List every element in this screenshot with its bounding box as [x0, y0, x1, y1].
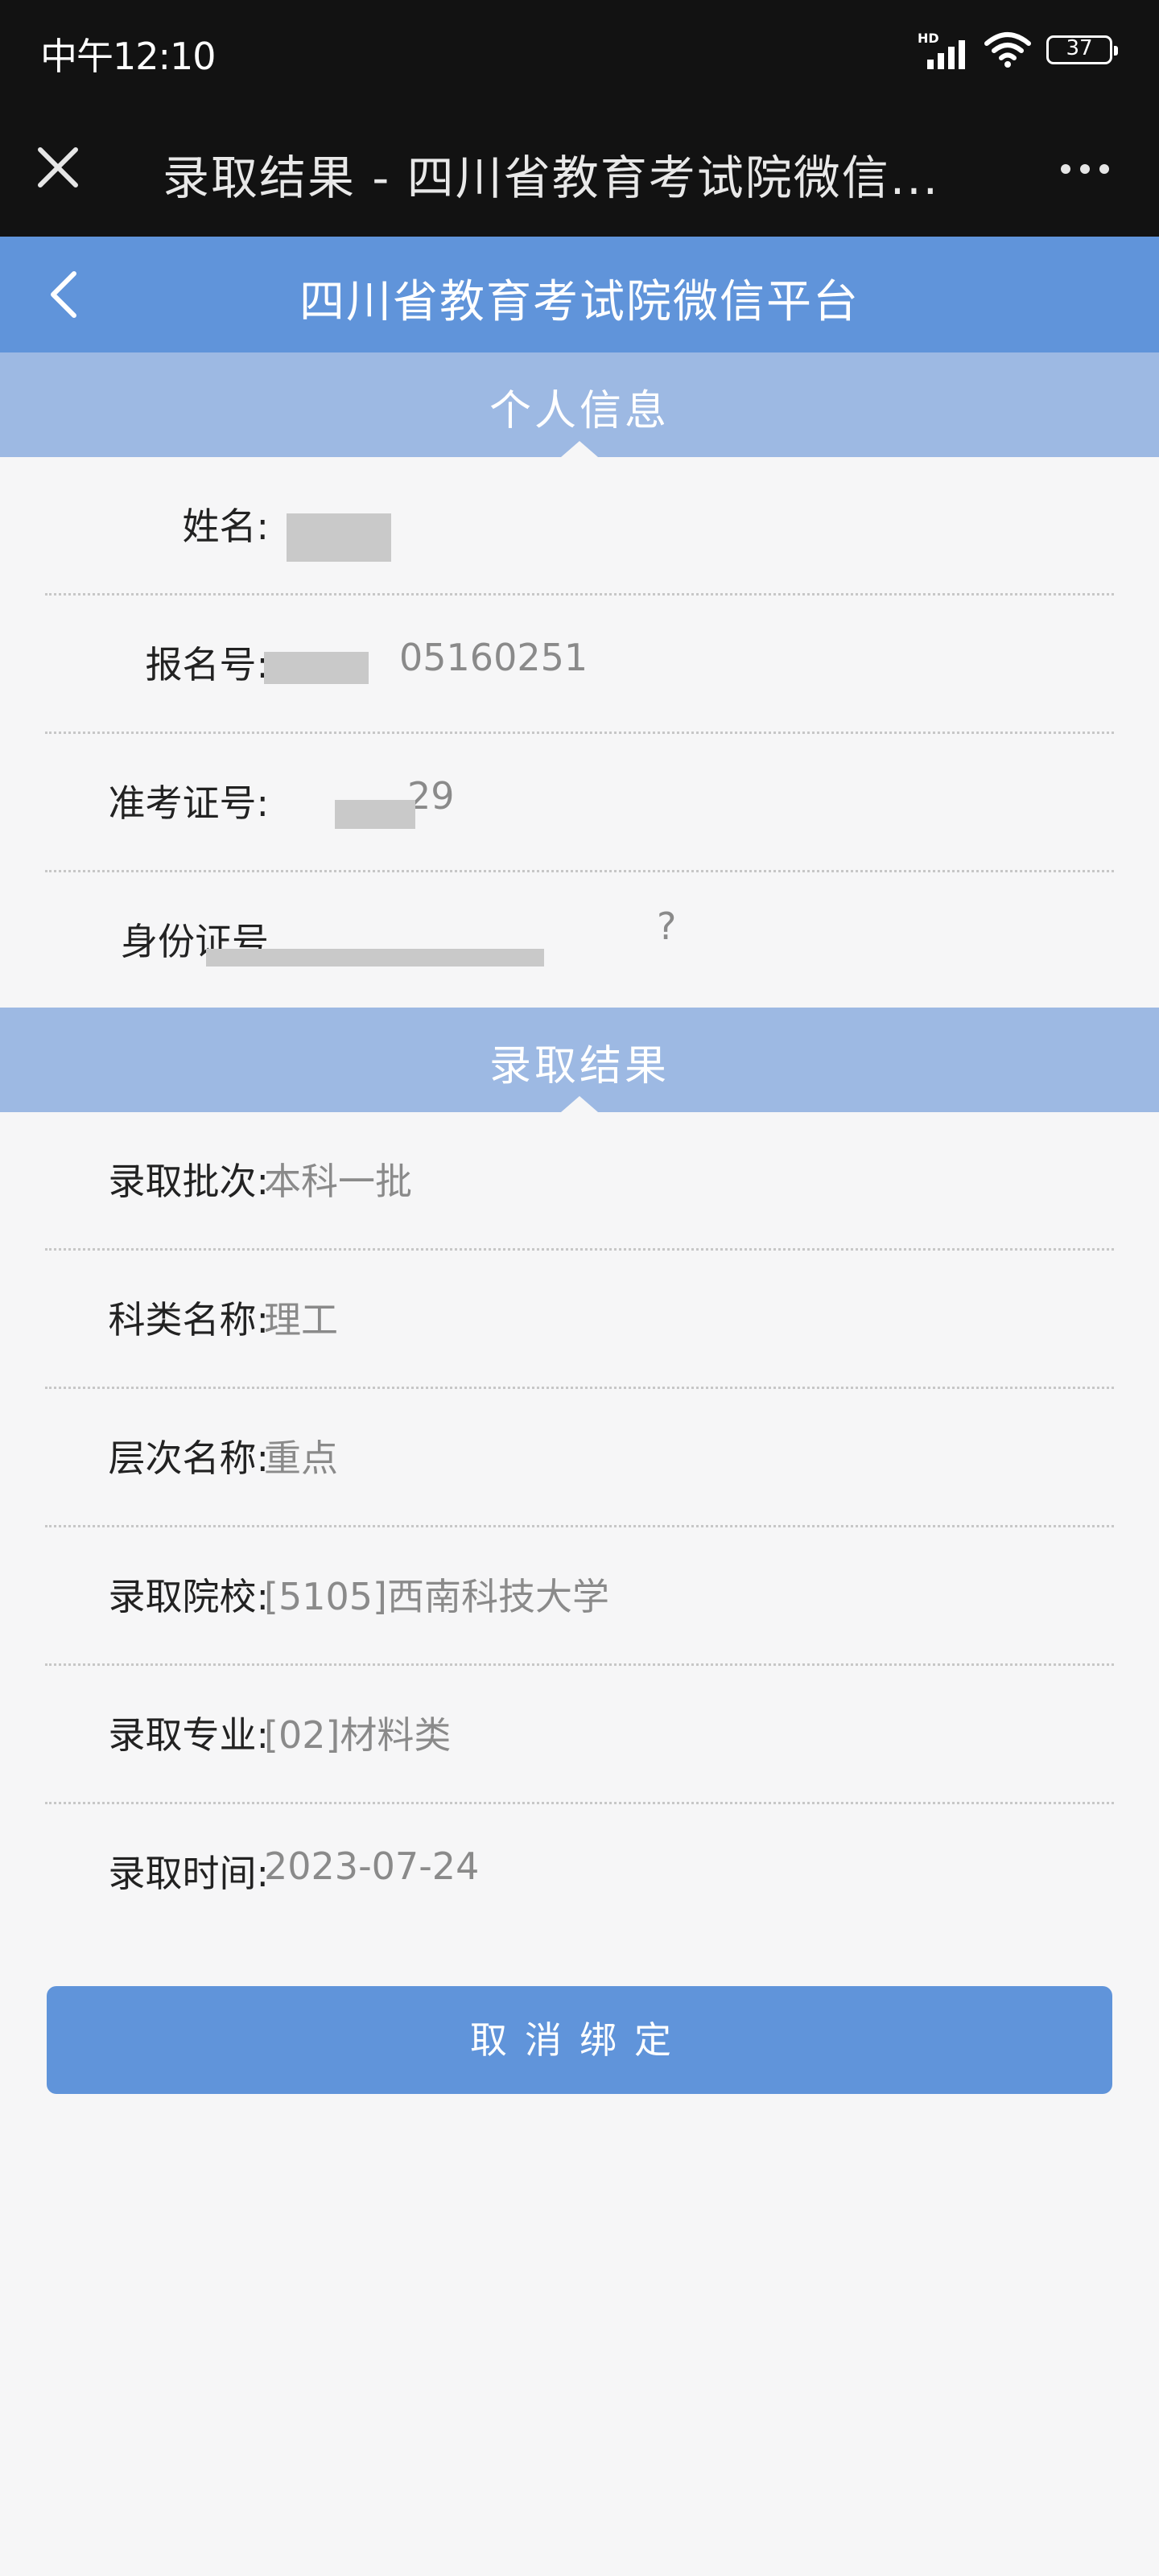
app-header: 四川省教育考试院微信平台 — [0, 237, 1159, 352]
result-row-batch: 录取批次: 本科一批 — [45, 1112, 1114, 1251]
result-row-major: 录取专业: [02]材料类 — [45, 1666, 1114, 1804]
row-label: 录取批次: — [108, 1160, 270, 1203]
status-time: 中午12:10 — [40, 35, 217, 78]
section-admission-result: 录取结果 — [0, 1008, 1159, 1112]
result-row-school: 录取院校: [5105]西南科技大学 — [45, 1527, 1114, 1666]
redaction-mask — [335, 800, 415, 829]
row-value: [5105]西南科技大学 — [264, 1575, 609, 1618]
status-icons: HD 37 — [918, 31, 1118, 69]
battery-icon: 37 — [1046, 35, 1118, 64]
result-row-time: 录取时间: 2023-07-24 — [45, 1804, 1114, 1943]
more-menu-icon[interactable] — [1061, 164, 1109, 174]
info-row-name: 姓名: — [45, 457, 1114, 596]
redaction-mask — [206, 949, 544, 967]
redaction-mask — [287, 513, 391, 562]
status-bar: 中午12:10 HD 37 — [0, 0, 1159, 100]
id-value: ? — [657, 905, 677, 948]
close-icon[interactable] — [34, 143, 82, 192]
row-value: 重点 — [264, 1436, 338, 1480]
redaction-mask — [264, 652, 369, 684]
row-value: 2023-07-24 — [264, 1844, 480, 1888]
row-value: 理工 — [264, 1298, 338, 1342]
info-row-ticket: 准考证号: 29 — [45, 734, 1114, 872]
reg-value: 05160251 — [399, 636, 588, 679]
wechat-navbar: 录取结果 - 四川省教育考试院微信... — [0, 100, 1159, 237]
row-value: 本科一批 — [264, 1160, 412, 1203]
name-label: 姓名: — [182, 505, 270, 548]
section-title: 录取结果 — [489, 1042, 670, 1090]
battery-level: 37 — [1066, 36, 1093, 60]
unbind-button[interactable]: 取消绑定 — [47, 1986, 1112, 2094]
section-personal-info: 个人信息 — [0, 352, 1159, 457]
section-title: 个人信息 — [489, 387, 670, 435]
ticket-label: 准考证号: — [108, 781, 270, 825]
page-title: 录取结果 - 四川省教育考试院微信... — [163, 150, 940, 205]
result-row-level: 层次名称: 重点 — [45, 1389, 1114, 1527]
row-label: 层次名称: — [108, 1436, 270, 1480]
row-label: 录取时间: — [108, 1852, 270, 1895]
row-label: 录取专业: — [108, 1713, 270, 1757]
signal-icon: HD — [918, 31, 969, 69]
info-row-id: 身份证号 ? — [45, 872, 1114, 1011]
row-value: [02]材料类 — [264, 1713, 452, 1757]
row-label: 科类名称: — [108, 1298, 270, 1342]
row-label: 录取院校: — [108, 1575, 270, 1618]
reg-label: 报名号: — [145, 643, 270, 686]
wifi-icon — [984, 32, 1031, 68]
app-title: 四川省教育考试院微信平台 — [299, 276, 860, 328]
result-row-category: 科类名称: 理工 — [45, 1251, 1114, 1389]
info-row-registration: 报名号: 05160251 — [45, 596, 1114, 734]
